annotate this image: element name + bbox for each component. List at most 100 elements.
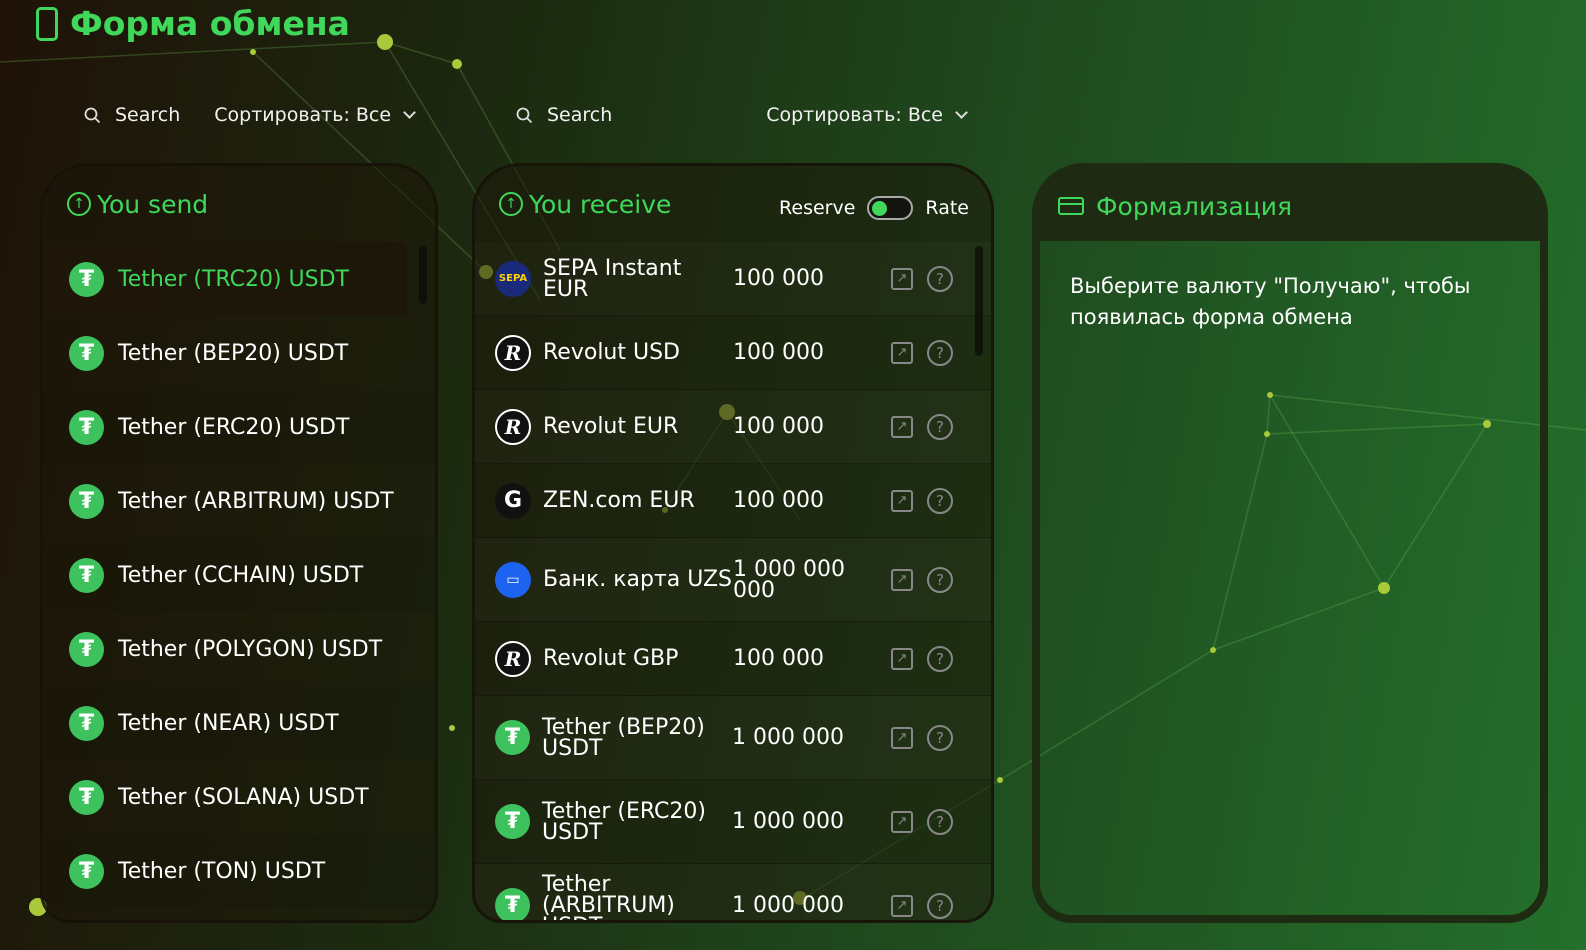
reserve-label: Reserve	[779, 197, 856, 219]
send-currency-list: ₮ Tether (TRC20) USDT ₮ Tether (BEP20) USDT…	[43, 242, 435, 908]
arrow-up-circle-icon: ↑	[499, 192, 523, 216]
send-sort-dropdown[interactable]: Сортировать: Все	[214, 104, 416, 126]
send-list-item[interactable]: ₮ Tether (TON) USDT	[43, 834, 435, 908]
external-link-icon[interactable]: ↗	[891, 726, 913, 749]
receive-item-name: Revolut GBP	[543, 646, 679, 671]
receive-list-item[interactable]: R Revolut USD 100 000 ↗?	[475, 316, 991, 390]
reserve-rate-toggle[interactable]	[867, 196, 914, 220]
receive-item-name: Revolut USD	[543, 340, 680, 365]
receive-item-name: ZEN.com EUR	[543, 488, 695, 513]
send-list-item[interactable]: ₮ Tether (CCHAIN) USDT	[43, 538, 435, 612]
receive-item-name: SEPA Instant EUR	[543, 255, 682, 302]
receive-list-item[interactable]: ₮ Tether (BEP20) USDT 1 000 000 ↗?	[475, 696, 991, 780]
receive-list-item[interactable]: R Revolut GBP 100 000 ↗?	[475, 622, 991, 696]
arrow-up-circle-icon: ↑	[67, 192, 91, 216]
receive-item-reserve: 1 000 000 000	[733, 556, 845, 603]
send-list-item[interactable]: ₮ Tether (POLYGON) USDT	[43, 612, 435, 686]
receive-item-name: Tether (ARBITRUM) USDT	[542, 872, 675, 921]
tether-icon: ₮	[69, 853, 104, 889]
formalization-panel: Формализация Выберите валюту "Получаю", …	[1032, 163, 1548, 923]
receive-scrollbar[interactable]	[975, 246, 983, 356]
page-title: Форма обмена	[36, 4, 350, 43]
external-link-icon[interactable]: ↗	[891, 267, 913, 290]
search-icon	[516, 107, 533, 123]
phone-icon	[36, 6, 58, 41]
external-link-icon[interactable]: ↗	[891, 894, 913, 917]
send-panel: ↑ You send ₮ Tether (TRC20) USDT ₮ Tether (…	[40, 163, 438, 923]
send-toolbar: Search Сортировать: Все	[84, 104, 416, 126]
external-link-icon[interactable]: ↗	[891, 647, 913, 670]
help-icon[interactable]: ?	[927, 413, 953, 440]
help-icon[interactable]: ?	[927, 808, 953, 835]
receive-item-reserve: 1 000 000	[732, 893, 844, 918]
revolut-icon: R	[495, 334, 531, 371]
send-list-item[interactable]: ₮ Tether (NEAR) USDT	[43, 686, 435, 760]
send-list-item[interactable]: ₮ Tether (ERC20) USDT	[43, 390, 435, 464]
receive-list-item[interactable]: ▭ Банк. карта UZS 1 000 000 000 ↗?	[475, 538, 991, 622]
help-icon[interactable]: ?	[927, 724, 953, 751]
sepa-icon: SEPA	[495, 260, 531, 297]
receive-item-reserve: 1 000 000	[732, 725, 844, 750]
formalization-title: Формализация	[1096, 191, 1293, 221]
send-item-label: Tether (CCHAIN) USDT	[118, 562, 364, 588]
external-link-icon[interactable]: ↗	[891, 415, 913, 438]
external-link-icon[interactable]: ↗	[891, 489, 913, 512]
receive-toolbar: Search Сортировать: Все	[516, 104, 968, 126]
tether-icon: ₮	[69, 705, 104, 741]
rate-label: Rate	[925, 197, 969, 219]
tether-icon: ₮	[69, 261, 104, 297]
external-link-icon[interactable]: ↗	[891, 568, 913, 591]
external-link-icon[interactable]: ↗	[891, 810, 913, 833]
tether-icon: ₮	[69, 483, 104, 519]
send-panel-title: You send	[97, 189, 209, 219]
page-title-text: Форма обмена	[70, 4, 350, 43]
send-list-item[interactable]: ₮ Tether (SOLANA) USDT	[43, 760, 435, 834]
chevron-down-icon	[955, 106, 968, 119]
help-icon[interactable]: ?	[927, 265, 953, 292]
send-list-item[interactable]: ₮ Tether (TRC20) USDT	[43, 242, 407, 316]
credit-card-icon	[1058, 197, 1084, 215]
help-icon[interactable]: ?	[927, 566, 953, 593]
revolut-icon: R	[495, 640, 531, 677]
receive-list-item[interactable]: G ZEN.com EUR 100 000 ↗?	[475, 464, 991, 538]
help-icon[interactable]: ?	[927, 645, 953, 672]
receive-search[interactable]: Search	[516, 104, 612, 126]
receive-item-reserve: 100 000	[733, 488, 824, 513]
send-list-item[interactable]: ₮ Tether (ARBITRUM) USDT	[43, 464, 435, 538]
help-icon[interactable]: ?	[927, 892, 953, 919]
help-icon[interactable]: ?	[927, 339, 953, 366]
help-icon[interactable]: ?	[927, 487, 953, 514]
send-search[interactable]: Search	[84, 104, 180, 126]
send-panel-header: ↑ You send	[43, 166, 435, 242]
chevron-down-icon	[403, 106, 416, 119]
send-sort-label: Сортировать: Все	[214, 104, 392, 126]
formalization-message: Выберите валюту "Получаю", чтобы появила…	[1070, 274, 1471, 329]
send-item-label: Tether (ERC20) USDT	[118, 414, 350, 440]
receive-sort-dropdown[interactable]: Сортировать: Все	[766, 104, 968, 126]
tether-icon: ₮	[69, 335, 104, 371]
send-item-label: Tether (POLYGON) USDT	[118, 636, 383, 662]
tether-icon: ₮	[495, 720, 530, 755]
send-scrollbar[interactable]	[419, 246, 427, 304]
send-item-label: Tether (SOLANA) USDT	[118, 784, 369, 810]
tether-icon: ₮	[69, 409, 104, 445]
tether-icon: ₮	[495, 888, 530, 920]
receive-list-item[interactable]: ₮ Tether (ERC20) USDT 1 000 000 ↗?	[475, 780, 991, 864]
receive-item-name: Revolut EUR	[543, 414, 679, 439]
zen-icon: G	[495, 482, 531, 519]
receive-list-item[interactable]: SEPA SEPA Instant EUR 100 000 ↗?	[475, 242, 991, 316]
receive-list-item[interactable]: R Revolut EUR 100 000 ↗?	[475, 390, 991, 464]
tether-icon: ₮	[69, 557, 104, 593]
send-search-label: Search	[115, 104, 181, 126]
revolut-icon: R	[495, 408, 531, 445]
receive-panel: ↑ You receive Reserve Rate SEPA SEPA Inst…	[472, 163, 994, 923]
send-list-item[interactable]: ₮ Tether (BEP20) USDT	[43, 316, 435, 390]
receive-item-name: Банк. карта UZS	[543, 567, 733, 592]
receive-sort-label: Сортировать: Все	[766, 104, 943, 126]
receive-list-item[interactable]: ₮ Tether (ARBITRUM) USDT 1 000 000 ↗?	[475, 864, 991, 921]
send-item-label: Tether (ARBITRUM) USDT	[118, 488, 394, 514]
bank-card-icon: ▭	[495, 561, 531, 598]
send-item-label: Tether (TRC20) USDT	[118, 266, 349, 292]
external-link-icon[interactable]: ↗	[891, 341, 913, 364]
tether-icon: ₮	[69, 779, 104, 815]
